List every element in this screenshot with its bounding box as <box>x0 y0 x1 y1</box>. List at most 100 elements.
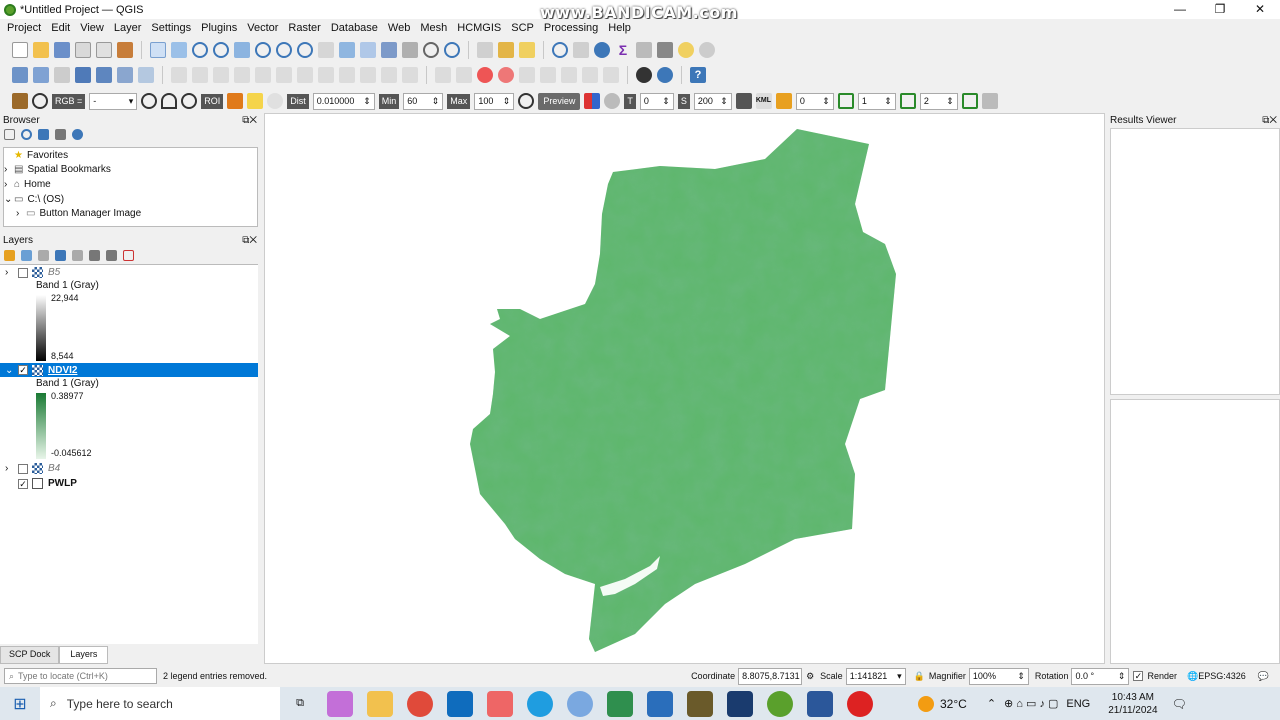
refresh-browser-icon[interactable] <box>21 129 32 140</box>
weather-temp[interactable]: 32°C <box>940 697 967 711</box>
zoom-last-icon[interactable] <box>318 42 334 58</box>
paste-features-icon[interactable] <box>360 67 376 83</box>
add-group-icon[interactable] <box>21 250 32 261</box>
tab-scp-dock[interactable]: SCP Dock <box>0 646 60 664</box>
max-input[interactable]: 100 ⇕ <box>474 92 515 110</box>
new-map-view-icon[interactable] <box>339 42 355 58</box>
modify-attributes-icon[interactable] <box>276 67 292 83</box>
style-icon[interactable] <box>4 250 15 261</box>
filter-legend-icon[interactable] <box>55 250 66 261</box>
scp-zoom-roi-icon[interactable] <box>181 93 198 109</box>
layer-pwlp[interactable]: ✓ PWLP <box>0 476 258 491</box>
locate-input[interactable]: ⌕ Type to locate (Ctrl+K) <box>4 668 157 684</box>
results-close-icon[interactable]: ⧉✕ <box>1262 115 1277 126</box>
plugin-globe-icon[interactable] <box>636 67 652 83</box>
new-shapefile-icon[interactable] <box>54 67 70 83</box>
qgis-taskbar-icon[interactable] <box>767 690 793 717</box>
label-highlight-icon[interactable] <box>498 67 514 83</box>
crs-label[interactable]: EPSG:4326 <box>1198 671 1246 681</box>
chrome-icon[interactable] <box>407 690 433 717</box>
vscode-icon[interactable] <box>647 690 673 717</box>
new-project-icon[interactable] <box>12 42 28 58</box>
bandicam-icon[interactable] <box>727 690 753 717</box>
map-tips-icon[interactable] <box>678 42 694 58</box>
settings-icon[interactable] <box>699 42 715 58</box>
taskbar-search[interactable]: ⌕ Type here to search <box>40 687 280 720</box>
maximize-button[interactable]: ❐ <box>1200 0 1240 19</box>
expand-all-icon[interactable] <box>89 250 100 261</box>
notepad-icon[interactable] <box>687 690 713 717</box>
language-indicator[interactable]: ENG <box>1066 698 1090 710</box>
menu-raster[interactable]: Raster <box>288 22 320 34</box>
word-icon[interactable] <box>807 690 833 717</box>
scale-combo[interactable]: 1:141821 ▾ <box>845 667 906 685</box>
measure-icon[interactable] <box>636 42 652 58</box>
scp-main-icon[interactable] <box>12 93 28 109</box>
record-icon[interactable] <box>847 690 873 717</box>
tab-layers[interactable]: Layers <box>59 646 109 664</box>
filter-expression-icon[interactable] <box>72 250 83 261</box>
next-band-b-icon[interactable] <box>899 93 916 109</box>
bookmark-icon[interactable] <box>381 42 397 58</box>
select-features-icon[interactable] <box>498 42 514 58</box>
show-bookmarks-icon[interactable] <box>402 42 418 58</box>
collapse-all-icon[interactable] <box>55 129 66 140</box>
band-grid-icon[interactable] <box>775 93 792 109</box>
zoom-layer-icon[interactable] <box>276 42 292 58</box>
band-set-icon[interactable] <box>735 93 752 109</box>
deselect-icon[interactable] <box>519 42 535 58</box>
delete-selected-icon[interactable] <box>297 67 313 83</box>
copilot-icon[interactable] <box>327 690 353 717</box>
zoom-full-icon[interactable] <box>234 42 250 58</box>
crs-icon[interactable]: 🌐 <box>1187 671 1198 682</box>
menu-project[interactable]: Project <box>7 22 41 34</box>
gear-icon[interactable] <box>594 42 610 58</box>
scp-tool-a-icon[interactable] <box>141 93 158 109</box>
min-input[interactable]: 60 ⇕ <box>403 92 444 110</box>
transparency-icon[interactable] <box>604 93 621 109</box>
map-canvas[interactable] <box>264 113 1105 664</box>
menu-layer[interactable]: Layer <box>114 22 142 34</box>
snipping-tool-icon[interactable] <box>487 690 513 717</box>
attribute-table-icon[interactable] <box>573 42 589 58</box>
browser-item-drive[interactable]: ⌄ ▭ C:\ (OS) <box>4 192 257 207</box>
layer-b5[interactable]: › B5 <box>0 265 258 280</box>
menu-database[interactable]: Database <box>331 22 378 34</box>
new-3d-view-icon[interactable] <box>360 42 376 58</box>
statistics-sigma-icon[interactable]: Σ <box>615 42 631 58</box>
band-b-input[interactable]: 1 ⇕ <box>857 92 896 110</box>
label-abc-icon[interactable] <box>477 67 493 83</box>
browser-item-bookmarks[interactable]: › ▤ Spatial Bookmarks <box>4 163 257 178</box>
menu-mesh[interactable]: Mesh <box>420 22 447 34</box>
temporal-icon[interactable] <box>423 42 439 58</box>
outlook-icon[interactable] <box>447 690 473 717</box>
label-pin-icon[interactable] <box>456 67 472 83</box>
collapse-layers-icon[interactable] <box>106 250 117 261</box>
menu-scp[interactable]: SCP <box>511 22 534 34</box>
zoom-in-icon[interactable] <box>192 42 208 58</box>
notification-icon[interactable]: 🗨 <box>1172 697 1187 711</box>
save-project-icon[interactable] <box>54 42 70 58</box>
new-geopackage-icon[interactable] <box>33 67 49 83</box>
remove-layer-icon[interactable] <box>123 250 134 261</box>
data-source-manager-icon[interactable] <box>12 67 28 83</box>
zoom-out-icon[interactable] <box>213 42 229 58</box>
scp-tool-b-icon[interactable] <box>161 93 178 109</box>
scp-zoom-icon[interactable] <box>32 93 48 109</box>
zoom-selection-icon[interactable] <box>255 42 271 58</box>
menu-hcmgis[interactable]: HCMGIS <box>457 22 501 34</box>
diagram-tool-icon[interactable] <box>603 67 619 83</box>
preview-zoom-icon[interactable] <box>518 93 535 109</box>
zoom-native-icon[interactable] <box>297 42 313 58</box>
next-band-c-icon[interactable] <box>961 93 978 109</box>
magnifier-input[interactable]: 100% ⇕ <box>968 667 1029 685</box>
layer-b5-checkbox[interactable] <box>18 267 28 278</box>
file-explorer-icon[interactable] <box>367 690 393 717</box>
filter-browser-icon[interactable] <box>38 129 49 140</box>
annotation-icon[interactable] <box>657 42 673 58</box>
next-band-icon[interactable] <box>837 93 854 109</box>
identify-icon[interactable] <box>552 42 568 58</box>
layer-ndvi2[interactable]: ⌄ ✓ NDVI2 <box>0 363 258 377</box>
windows-start-icon[interactable]: ⊞ <box>0 694 40 714</box>
edge-icon[interactable] <box>527 690 553 717</box>
